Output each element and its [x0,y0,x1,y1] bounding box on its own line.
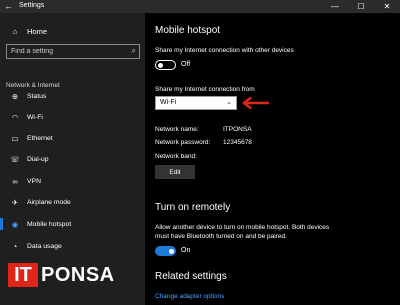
related-settings-title: Related settings [155,271,227,282]
window-title: Settings [19,2,45,9]
remote-toggle[interactable] [155,246,176,256]
sidebar-item-label: Mobile hotspot [27,220,72,228]
edit-button[interactable]: Edit [155,165,195,179]
network-band-label: Network band: [155,153,197,160]
share-toggle[interactable] [155,60,176,70]
airplane-icon: ✈ [11,197,19,207]
sidebar-item-label: Wi-Fi [27,113,43,121]
network-password-label: Network password: [155,139,211,146]
sidebar-item-ethernet[interactable]: ▭ Ethernet [0,131,145,145]
page-title: Mobile hotspot [155,25,221,36]
sidebar-item-label: Ethernet [27,134,53,142]
ethernet-icon: ▭ [11,133,19,143]
back-icon[interactable]: ← [4,1,13,11]
sidebar-item-wifi[interactable]: ◠ Wi-Fi [0,110,145,124]
sidebar: ⌂ Home ⌕ Network & Internet ⊕ Status ◠ W… [0,13,145,305]
dialup-icon: ☏ [10,154,20,164]
change-adapter-options-link[interactable]: Change adapter options [155,293,224,300]
sidebar-item-label: Status [27,92,47,100]
status-icon: ⊕ [11,91,19,101]
sidebar-item-status[interactable]: ⊕ Status [0,89,145,103]
remote-description-line2: must have Bluetooth turned on and be pai… [155,233,287,240]
sidebar-item-label: Dial-up [27,155,49,163]
sidebar-item-airplane-mode[interactable]: ✈ Airplane mode [0,195,145,209]
main-panel: Mobile hotspot Share my Internet connect… [145,13,400,305]
share-from-label: Share my Internet connection from [155,86,255,93]
sidebar-item-label: Data usage [27,242,62,250]
network-name-label: Network name: [155,126,199,133]
remote-toggle-state: On [181,247,191,254]
itponsa-logo: IT PONSA [8,263,128,287]
share-from-select[interactable]: Wi-Fi ⌄ [155,96,237,110]
minimize-button[interactable]: — [322,0,348,13]
maximize-button[interactable]: ☐ [348,0,374,13]
sidebar-item-label: VPN [27,177,41,185]
logo-name: PONSA [41,264,115,286]
sidebar-item-vpn[interactable]: ∞ VPN [0,174,145,188]
select-value: Wi-Fi [160,99,177,106]
home-icon: ⌂ [12,26,18,36]
wifi-icon: ◠ [11,112,19,122]
share-toggle-state: Off [181,61,191,68]
red-arrow-annotation [242,96,269,110]
title-bar: ← Settings — ☐ ✕ [0,0,400,13]
search-input[interactable] [11,45,121,58]
toggle-knob [168,248,174,254]
remote-section-title: Turn on remotely [155,202,231,213]
section-heading: Network & Internet [6,82,60,89]
active-indicator [0,218,3,230]
network-name-value: ITPONSA [223,126,252,133]
sidebar-item-home[interactable]: ⌂ Home [8,24,138,38]
sidebar-item-label: Airplane mode [27,198,71,206]
search-icon[interactable]: ⌕ [132,46,136,56]
vpn-icon: ∞ [12,176,18,186]
toggle-knob [158,62,163,68]
search-box[interactable]: ⌕ [6,44,140,59]
sidebar-item-mobile-hotspot[interactable]: ◉ Mobile hotspot [0,217,145,231]
share-description: Share my Internet connection with other … [155,47,294,54]
sidebar-item-dialup[interactable]: ☏ Dial-up [0,152,145,166]
network-password-value: 12345678 [223,139,252,146]
sidebar-item-label: Home [27,26,48,36]
sidebar-item-data-usage[interactable]: ◔ Data usage [0,239,145,253]
close-button[interactable]: ✕ [374,0,400,13]
remote-description-line1: Allow another device to turn on mobile h… [155,224,330,231]
chevron-down-icon: ⌄ [226,99,232,106]
data-usage-icon: ◔ [12,241,18,251]
logo-it-badge: IT [8,263,38,287]
hotspot-icon: ◉ [11,219,19,229]
